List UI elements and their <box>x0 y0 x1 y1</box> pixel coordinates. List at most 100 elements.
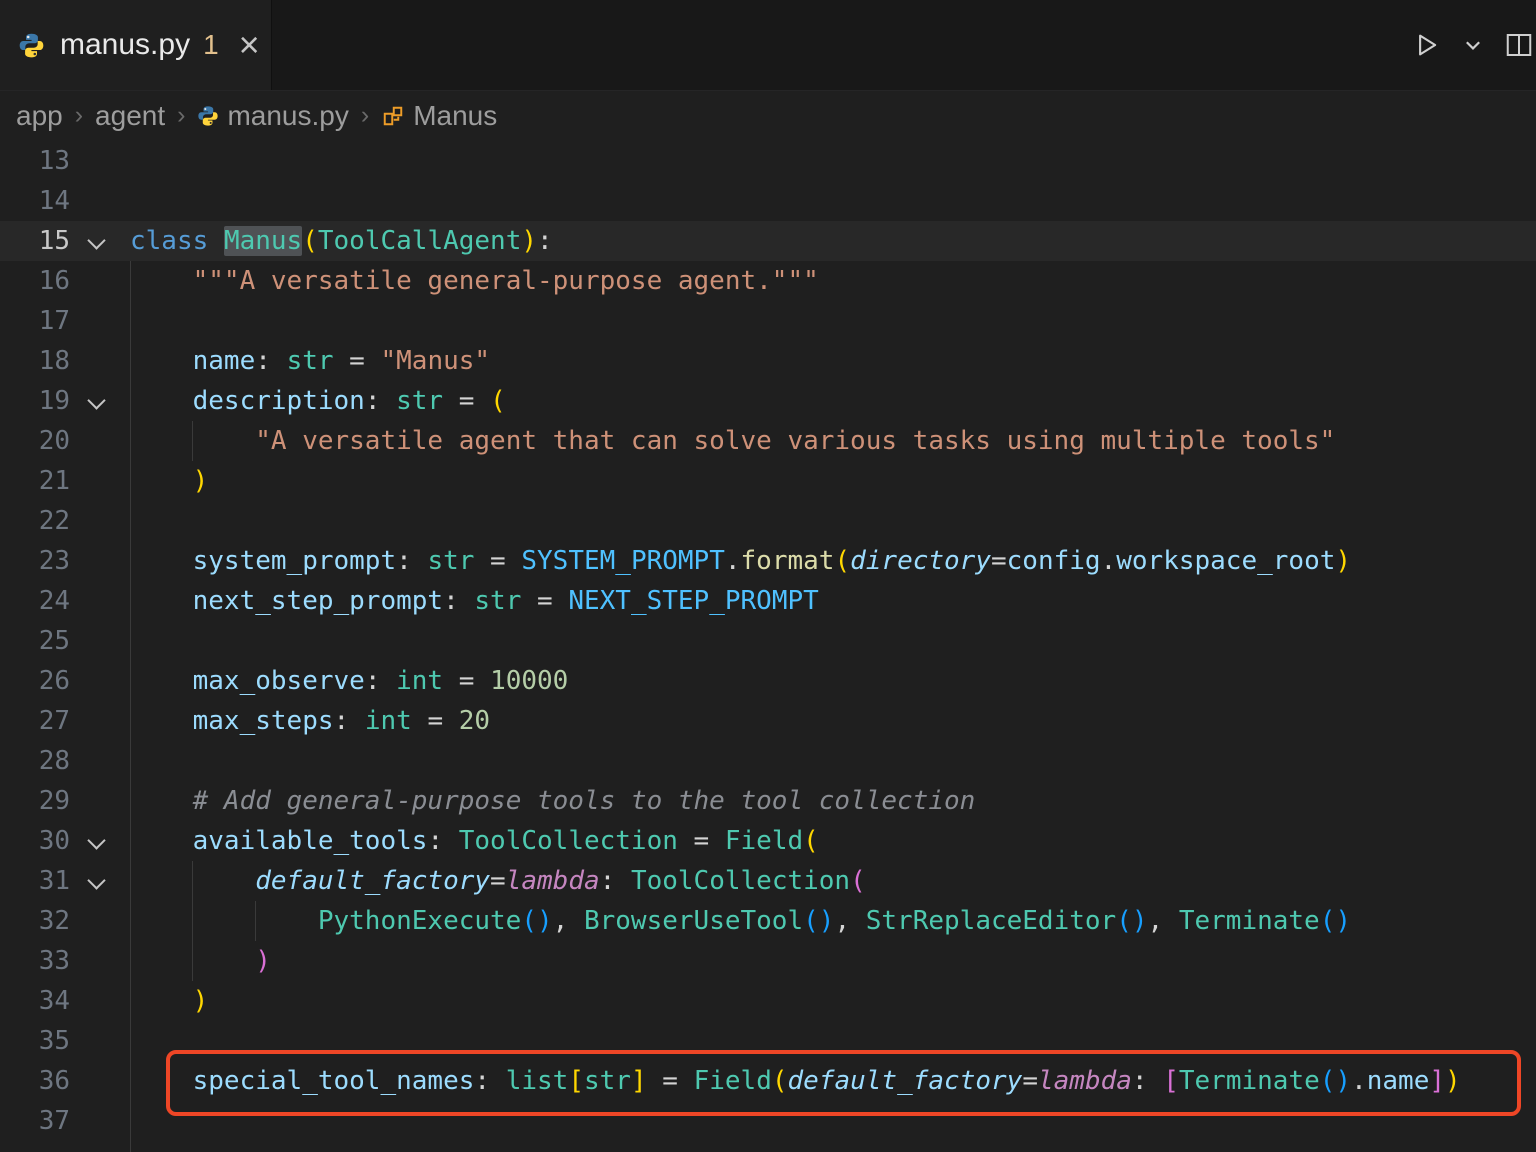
breadcrumb-label: app <box>16 100 63 131</box>
line-number[interactable]: 27 <box>0 701 70 741</box>
code-text[interactable]: max_observe: int = 10000 <box>130 661 1536 701</box>
code-text[interactable]: max_steps: int = 20 <box>130 701 1536 741</box>
line-number[interactable]: 31 <box>0 861 70 901</box>
code-text[interactable]: description: str = ( <box>130 381 1536 421</box>
code-line[interactable]: 19 description: str = ( <box>0 381 1536 421</box>
code-line[interactable]: 23 system_prompt: str = SYSTEM_PROMPT.fo… <box>0 541 1536 581</box>
code-line[interactable]: 29 # Add general-purpose tools to the to… <box>0 781 1536 821</box>
line-number[interactable]: 28 <box>0 741 70 781</box>
code-line[interactable]: 16 """A versatile general-purpose agent.… <box>0 261 1536 301</box>
code-line[interactable]: 33 ) <box>0 941 1536 981</box>
line-number[interactable]: 22 <box>0 501 70 541</box>
code-line[interactable]: 35 <box>0 1021 1536 1061</box>
line-number[interactable]: 24 <box>0 581 70 621</box>
line-number[interactable]: 23 <box>0 541 70 581</box>
code-line[interactable]: 34 ) <box>0 981 1536 1021</box>
code-text[interactable] <box>130 141 1536 181</box>
code-text[interactable]: # Add general-purpose tools to the tool … <box>130 781 1536 821</box>
line-number[interactable]: 18 <box>0 341 70 381</box>
line-number[interactable]: 19 <box>0 381 70 421</box>
code-line[interactable]: 24 next_step_prompt: str = NEXT_STEP_PRO… <box>0 581 1536 621</box>
code-line[interactable]: 17 <box>0 301 1536 341</box>
line-number[interactable]: 14 <box>0 181 70 221</box>
code-text[interactable]: ) <box>130 941 1536 981</box>
line-number[interactable]: 25 <box>0 621 70 661</box>
code-line[interactable]: 26 max_observe: int = 10000 <box>0 661 1536 701</box>
close-icon[interactable]: × <box>239 27 260 63</box>
line-number[interactable]: 17 <box>0 301 70 341</box>
code-line[interactable]: 28 <box>0 741 1536 781</box>
code-text[interactable] <box>130 181 1536 221</box>
code-text[interactable]: name: str = "Manus" <box>130 341 1536 381</box>
code-text[interactable] <box>130 741 1536 781</box>
code-line[interactable]: 37 <box>0 1101 1536 1141</box>
line-number[interactable]: 29 <box>0 781 70 821</box>
code-text[interactable]: "A versatile agent that can solve variou… <box>130 421 1536 461</box>
breadcrumb-item-manus-py[interactable]: manus.py <box>197 100 349 132</box>
line-number[interactable]: 37 <box>0 1101 70 1141</box>
code-text[interactable]: available_tools: ToolCollection = Field( <box>130 821 1536 861</box>
line-number[interactable]: 26 <box>0 661 70 701</box>
breadcrumb-item-app[interactable]: app <box>16 100 63 132</box>
line-number[interactable]: 15 <box>0 221 70 261</box>
code-text[interactable] <box>130 1021 1536 1061</box>
code-line[interactable]: 30 available_tools: ToolCollection = Fie… <box>0 821 1536 861</box>
fold-chevron-icon[interactable] <box>70 821 130 861</box>
code-text[interactable]: """A versatile general-purpose agent.""" <box>130 261 1536 301</box>
line-number[interactable]: 20 <box>0 421 70 461</box>
line-number[interactable]: 16 <box>0 261 70 301</box>
code-line[interactable]: 21 ) <box>0 461 1536 501</box>
code-text[interactable]: special_tool_names: list[str] = Field(de… <box>130 1050 1536 1116</box>
breadcrumb-item-agent[interactable]: agent <box>95 100 165 132</box>
code-text[interactable]: ) <box>130 981 1536 1021</box>
fold-chevron-icon[interactable] <box>70 221 130 261</box>
code-text[interactable]: default_factory=lambda: ToolCollection( <box>130 861 1536 901</box>
code-text[interactable]: class Manus(ToolCallAgent): <box>130 221 1536 261</box>
tab-manus-py[interactable]: manus.py 1 × <box>0 0 272 90</box>
line-number[interactable]: 13 <box>0 141 70 181</box>
run-dropdown-button[interactable] <box>1462 34 1484 56</box>
code-line[interactable]: 20 "A versatile agent that can solve var… <box>0 421 1536 461</box>
code-line[interactable]: 18 name: str = "Manus" <box>0 341 1536 381</box>
code-line[interactable]: 22 <box>0 501 1536 541</box>
code-text[interactable] <box>130 621 1536 661</box>
code-text[interactable] <box>130 301 1536 341</box>
fold-chevron-icon[interactable] <box>70 861 130 901</box>
line-number[interactable]: 36 <box>0 1061 70 1101</box>
line-number[interactable]: 33 <box>0 941 70 981</box>
code-line[interactable]: 25 <box>0 621 1536 661</box>
play-icon <box>1419 34 1437 56</box>
breadcrumb-item-class-manus[interactable]: Manus <box>381 100 497 132</box>
code-line[interactable]: 31 default_factory=lambda: ToolCollectio… <box>0 861 1536 901</box>
code-line[interactable]: 27 max_steps: int = 20 <box>0 701 1536 741</box>
line-number[interactable]: 30 <box>0 821 70 861</box>
code-text[interactable]: system_prompt: str = SYSTEM_PROMPT.forma… <box>130 541 1536 581</box>
code-line[interactable]: 13 <box>0 141 1536 181</box>
code-line[interactable]: 14 <box>0 181 1536 221</box>
code-editor[interactable]: 13 14 15 class Manus(ToolCallAgent): 16 """A… <box>0 141 1536 1152</box>
code-text[interactable]: ) <box>130 461 1536 501</box>
run-button[interactable] <box>1412 30 1442 60</box>
code-line[interactable]: 32 PythonExecute(), BrowserUseTool(), St… <box>0 901 1536 941</box>
fold-chevron-icon[interactable] <box>70 381 130 421</box>
code-text[interactable] <box>130 501 1536 541</box>
tab-filename: manus.py <box>60 28 191 61</box>
code-text[interactable]: PythonExecute(), BrowserUseTool(), StrRe… <box>130 901 1536 941</box>
line-number[interactable]: 34 <box>0 981 70 1021</box>
line-number[interactable]: 32 <box>0 901 70 941</box>
split-editor-button[interactable] <box>1504 30 1534 60</box>
code-line[interactable]: 15 class Manus(ToolCallAgent): <box>0 221 1536 261</box>
class-symbol-icon <box>381 104 405 128</box>
code-text[interactable] <box>130 1101 1536 1141</box>
line-number[interactable]: 35 <box>0 1021 70 1061</box>
line-number[interactable]: 21 <box>0 461 70 501</box>
code-text[interactable]: next_step_prompt: str = NEXT_STEP_PROMPT <box>130 581 1536 621</box>
vscode-window: manus.py 1 × app › agent › manus.py › Ma… <box>0 0 1536 1152</box>
code-line[interactable]: 36 special_tool_names: list[str] = Field… <box>0 1050 1536 1116</box>
